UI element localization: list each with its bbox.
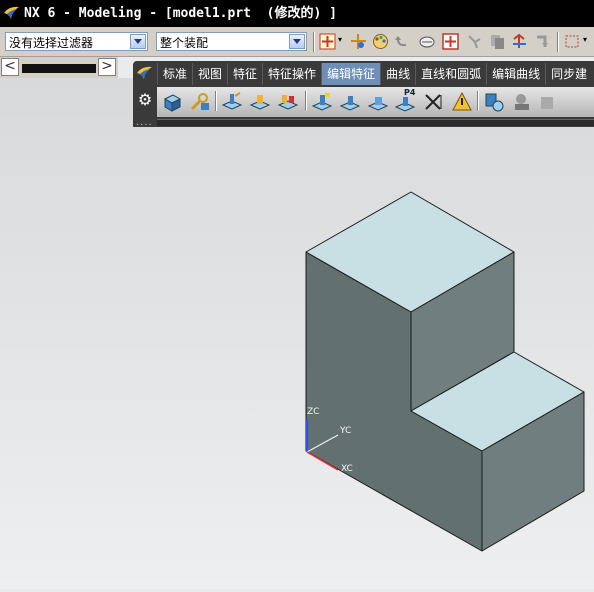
undo-icon[interactable] xyxy=(394,33,411,50)
tab-edit-curve[interactable]: 编辑曲线 xyxy=(486,63,545,85)
selection-bar: 没有选择过滤器 整个装配 ▾ ▾ xyxy=(0,27,594,57)
transform-icon[interactable] xyxy=(466,33,483,50)
unsuppress-feature-icon[interactable] xyxy=(367,91,389,113)
tab-line-and-arc[interactable]: 直线和圆弧 xyxy=(415,63,486,85)
nx-logo-icon xyxy=(137,66,152,79)
playback-icon[interactable] xyxy=(483,91,505,113)
zc-label: ZC xyxy=(307,407,319,417)
copy-icon[interactable] xyxy=(489,33,506,50)
block-icon[interactable] xyxy=(161,91,183,113)
chevron-down-icon[interactable] xyxy=(130,34,146,49)
tab-feature-operation[interactable]: 特征操作 xyxy=(262,63,321,85)
replace-feature-icon[interactable] xyxy=(311,91,333,113)
scroll-right-button[interactable]: > xyxy=(98,58,116,76)
toolbar-separator xyxy=(477,91,479,111)
rotate-icon[interactable] xyxy=(511,33,528,50)
scroll-left-button[interactable]: < xyxy=(1,58,19,76)
remove-params-icon[interactable] xyxy=(423,91,445,113)
tab-curve[interactable]: 曲线 xyxy=(380,63,415,85)
gear-icon[interactable]: ⚙ xyxy=(136,91,154,109)
toolbar-separator xyxy=(215,91,217,111)
yc-label: YC xyxy=(339,426,351,436)
type-filter-dropdown[interactable]: 没有选择过滤器 xyxy=(5,32,148,51)
type-filter-value: 没有选择过滤器 xyxy=(9,36,94,50)
delayed-update-icon[interactable] xyxy=(451,91,473,113)
chevron-down-icon[interactable]: ▾ xyxy=(583,35,587,44)
move-object-icon[interactable] xyxy=(534,33,551,50)
selection-intent-icon[interactable] xyxy=(350,33,367,50)
feature-params-icon[interactable] xyxy=(189,91,211,113)
tab-feature[interactable]: 特征 xyxy=(227,63,262,85)
chevron-down-icon[interactable]: ▾ xyxy=(338,35,342,44)
rectangle-select-icon[interactable] xyxy=(564,33,581,50)
window-title: NX 6 - Modeling - [model1.prt (修改的) ] xyxy=(24,6,337,21)
snap-point-icon[interactable] xyxy=(319,33,336,50)
tab-synchronous[interactable]: 同步建 xyxy=(545,63,592,85)
xc-label: XC xyxy=(341,464,353,474)
eraser-icon[interactable] xyxy=(418,33,435,50)
reorder-feature-icon[interactable] xyxy=(277,91,299,113)
edit-feature-icon-row: P4 xyxy=(157,87,594,117)
selection-scope-dropdown[interactable]: 整个装配 xyxy=(156,32,307,51)
tab-view[interactable]: 视图 xyxy=(192,63,227,85)
title-bar: NX 6 - Modeling - [model1.prt (修改的) ] xyxy=(0,0,594,27)
ribbon-toolbar: ⚙ .... 标准 视图 特征 特征操作 编辑特征 曲线 直线和圆弧 编辑曲线 … xyxy=(133,61,594,128)
p4-replay-button[interactable]: P4 xyxy=(395,88,417,115)
toolbar-tabs: 标准 视图 特征 特征操作 编辑特征 曲线 直线和圆弧 编辑曲线 同步建 xyxy=(157,63,592,85)
toolbar-grip[interactable]: .... xyxy=(136,117,153,128)
selection-scope-value: 整个装配 xyxy=(160,36,209,50)
edit-position-icon[interactable] xyxy=(221,91,243,113)
nx-logo-icon xyxy=(4,6,19,19)
move-feature-icon[interactable] xyxy=(249,91,271,113)
model-view[interactable]: ZC YC XC xyxy=(0,78,594,589)
graphics-window[interactable]: ZC YC XC xyxy=(0,78,594,589)
snap-center-icon[interactable] xyxy=(442,33,459,50)
more-tools-icon[interactable] xyxy=(537,91,559,113)
toolbar-separator xyxy=(313,32,315,52)
resource-scrollbar[interactable]: < > xyxy=(0,57,118,78)
p4-replay-icon xyxy=(395,97,415,112)
toolbar-separator xyxy=(557,32,559,52)
chevron-down-icon[interactable] xyxy=(289,34,305,49)
toolbar-bottom-edge xyxy=(157,119,594,126)
solid-density-icon[interactable] xyxy=(511,91,533,113)
color-palette-icon[interactable] xyxy=(372,33,389,50)
tab-standard[interactable]: 标准 xyxy=(157,63,192,85)
suppress-feature-icon[interactable] xyxy=(339,91,361,113)
tab-edit-feature[interactable]: 编辑特征 xyxy=(321,63,381,85)
toolbar-separator xyxy=(305,91,307,111)
scroll-track[interactable] xyxy=(22,64,96,73)
